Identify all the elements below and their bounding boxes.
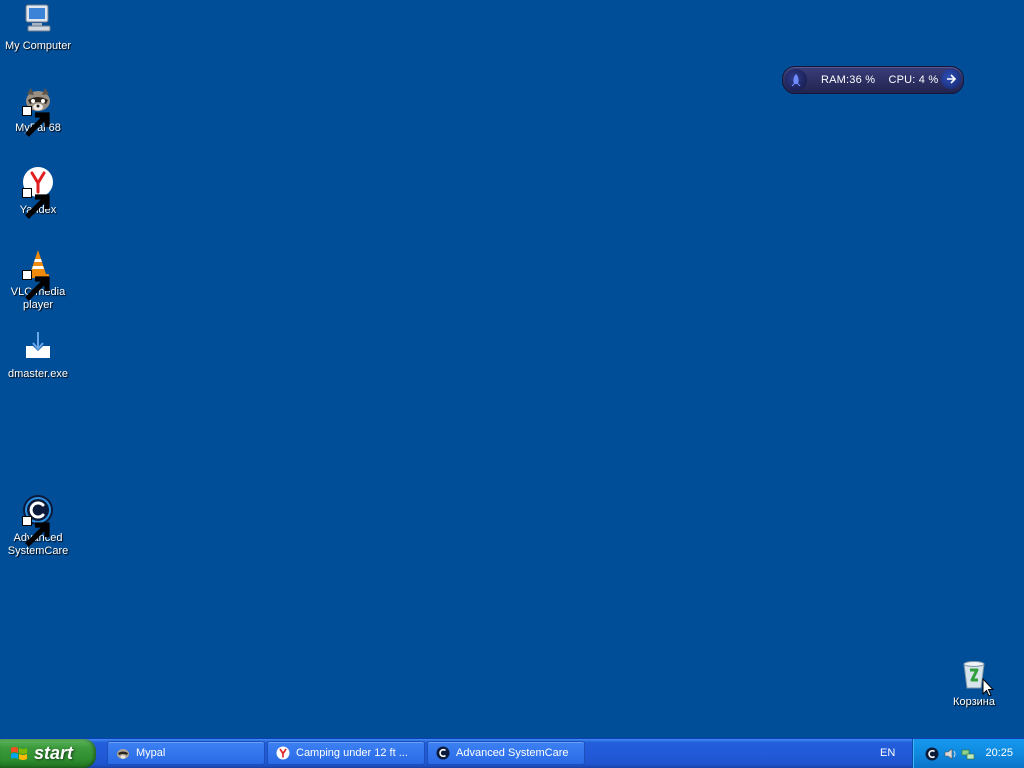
gadget-readout: RAM:36 % CPU: 4 %: [821, 74, 948, 86]
desktop-icon-label: My Computer: [4, 40, 72, 52]
desktop-icon-label: Корзина: [953, 696, 995, 708]
ram-usage: RAM:36 %: [821, 74, 876, 86]
shortcut-arrow-icon: [22, 106, 50, 137]
taskbar-button-label: Camping under 12 ft ...: [296, 747, 408, 759]
network-icon[interactable]: [961, 747, 975, 761]
taskbar-button-label: Advanced SystemCare: [456, 747, 569, 759]
taskbar-button-advanced-systemcare[interactable]: Advanced SystemCare: [427, 741, 585, 765]
desktop-icon-recycle-bin[interactable]: Корзина: [936, 658, 1012, 709]
taskbar-button-yandex[interactable]: Camping under 12 ft ...: [267, 741, 425, 765]
mouse-cursor-icon: [982, 677, 995, 698]
start-label: start: [34, 743, 74, 763]
yandex-icon: [22, 166, 54, 219]
desktop-icon-vlc[interactable]: VLC media player: [0, 248, 76, 312]
language-indicator[interactable]: EN: [880, 747, 895, 759]
arrow-right-icon[interactable]: [941, 69, 961, 89]
advanced-systemcare-icon[interactable]: [925, 747, 939, 761]
speaker-icon[interactable]: [943, 747, 957, 761]
vlc-cone-icon: [22, 248, 54, 301]
mypal-raccoon-icon: [116, 746, 130, 760]
clock[interactable]: 20:25: [985, 747, 1013, 759]
rocket-icon[interactable]: [785, 69, 807, 91]
system-monitor-gadget[interactable]: RAM:36 % CPU: 4 %: [782, 66, 964, 94]
computer-icon: [22, 2, 54, 34]
shortcut-arrow-icon: [22, 516, 50, 547]
advanced-systemcare-icon: [22, 494, 54, 547]
download-icon: [22, 330, 54, 362]
advanced-systemcare-icon: [436, 746, 450, 760]
cpu-usage: CPU: 4 %: [888, 74, 939, 86]
start-button[interactable]: start: [0, 739, 96, 768]
desktop-icon-yandex[interactable]: Yandex: [0, 166, 76, 219]
taskbar-button-mypal[interactable]: Mypal: [107, 741, 265, 765]
desktop-icon-label: dmaster.exe: [8, 368, 68, 380]
windows-logo-icon: [11, 746, 27, 760]
yandex-icon: [276, 746, 290, 760]
taskbar-button-label: Mypal: [136, 747, 166, 759]
desktop-icon-dmaster[interactable]: dmaster.exe: [0, 330, 76, 381]
desktop[interactable]: My Computer MyPal 68 Yandex VLC media pl…: [0, 0, 1024, 738]
shortcut-arrow-icon: [22, 188, 50, 219]
desktop-icon-mypal[interactable]: MyPal 68: [0, 84, 76, 137]
desktop-icon-advanced-systemcare[interactable]: Advanced SystemCare: [0, 494, 76, 558]
taskbar: start Mypal Camping under 12 ft ... Adva…: [0, 738, 1024, 768]
shortcut-arrow-icon: [22, 270, 50, 301]
mypal-raccoon-icon: [22, 84, 54, 137]
system-tray: 20:25: [912, 739, 1024, 768]
desktop-icon-my-computer[interactable]: My Computer: [0, 2, 76, 53]
